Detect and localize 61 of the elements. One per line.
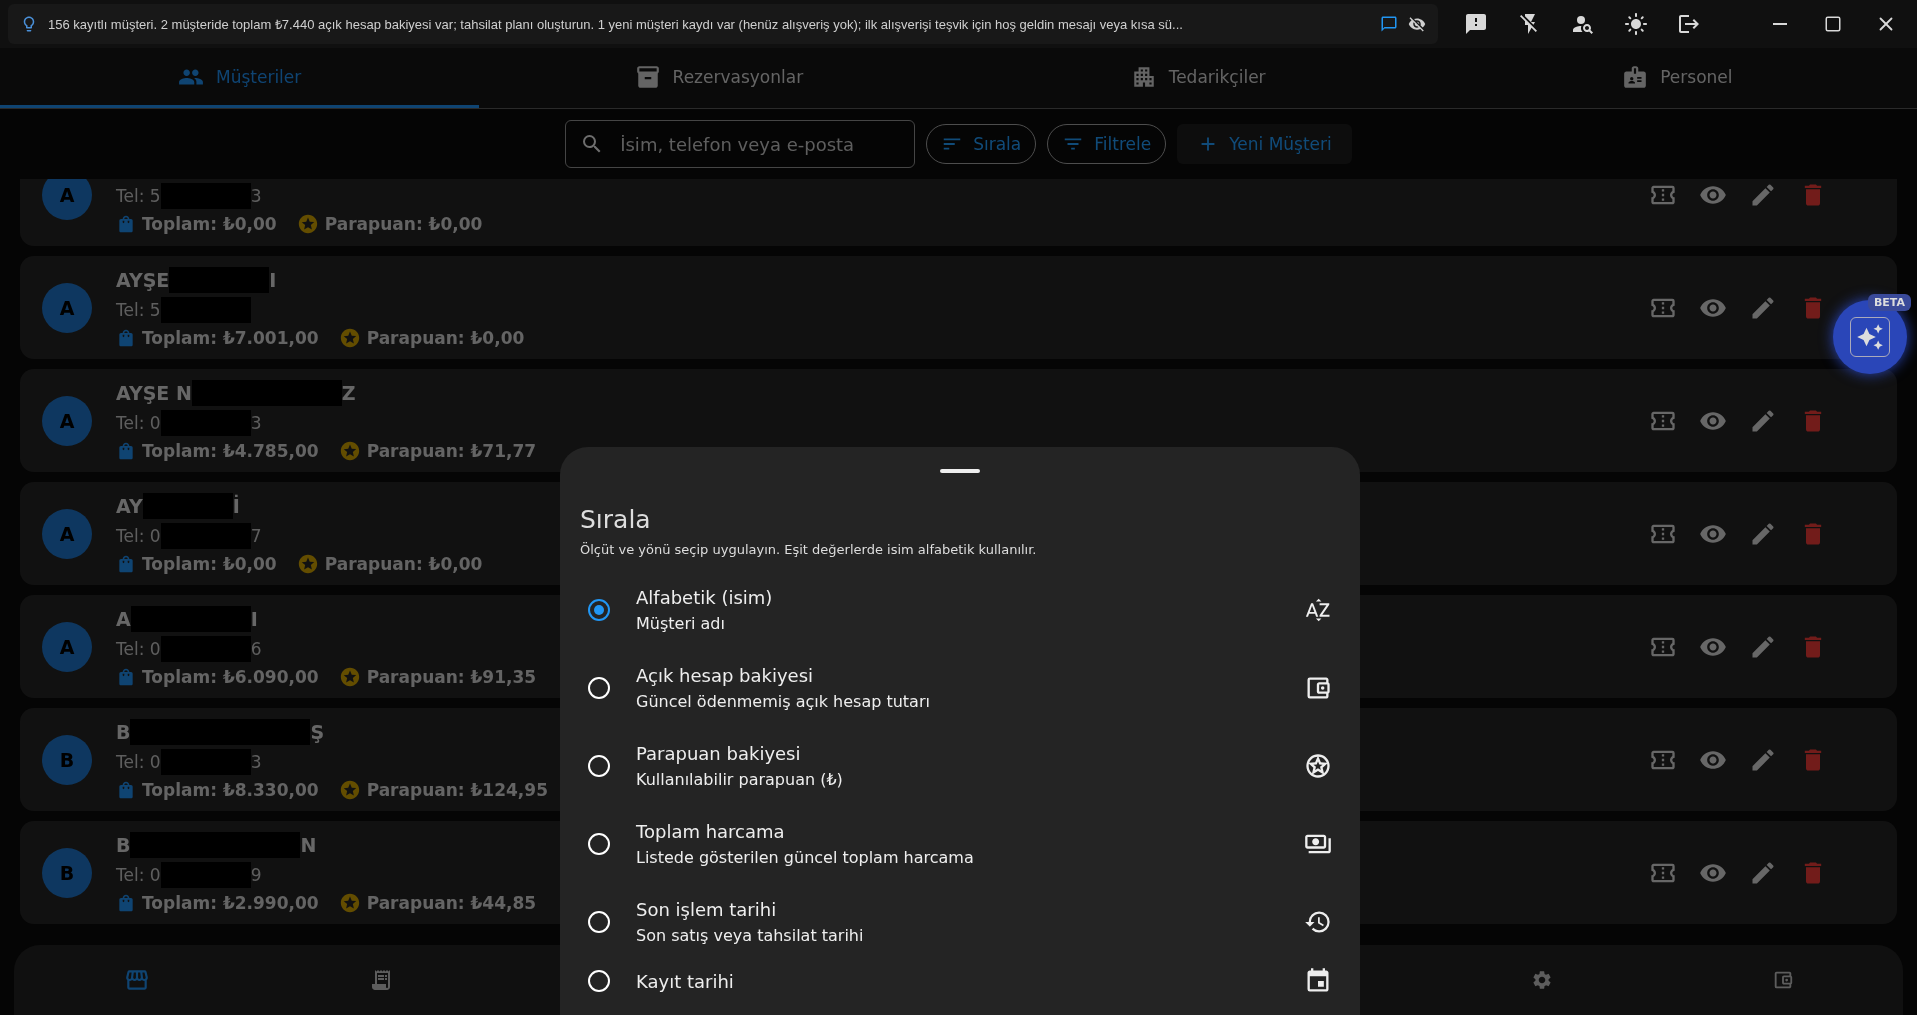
phone-text: 3 (250, 751, 262, 772)
phone-text: 3 (250, 185, 262, 206)
option-description: Son satış veya tahsilat tarihi (636, 926, 865, 945)
points-text: Parapuan: ₺0,00 (366, 327, 525, 348)
total-text: Toplam: ₺6.090,00 (142, 666, 319, 687)
customer-name: Z (341, 381, 356, 404)
option-description: Listede gösterilen güncel toplam harcama (636, 848, 975, 867)
total-text: Toplam: ₺0,00 (142, 553, 277, 574)
phone-text: Tel: 0 (116, 864, 161, 885)
option-description: Kullanılabilir parapuan (₺) (636, 770, 844, 789)
hint-text: 156 kayıtlı müşteri. 2 müşteride toplam ₺7.440 açık hesap bakiyesi var; tahsilat planı oluşturun. 1 yeni müşteri kaydı var (henüz alışveriş yok); ilk alışverişi teşvik için hoş geldin mesajı veya kısa sü... (48, 16, 1184, 33)
sheet-subtitle: Ölçüt ve yönü seçip uygulayın. Eşit değerlerde isim alfabetik kullanılır. (580, 542, 1038, 557)
sheet-title: Sırala (580, 505, 652, 534)
customer-name: A (116, 607, 131, 630)
phone-text: Tel: 5 (116, 185, 161, 206)
customer-name: I (269, 268, 277, 291)
points-text: Parapuan: ₺124,95 (366, 779, 548, 800)
total-text: Toplam: ₺4.785,00 (142, 440, 319, 461)
points-text: Parapuan: ₺91,35 (366, 666, 537, 687)
points-text: Parapuan: ₺0,00 (324, 213, 483, 234)
option-label: Son işlem tarihi (636, 899, 778, 920)
customer-name: I (250, 607, 258, 630)
phone-text: 6 (250, 638, 262, 659)
option-label: Açık hesap bakiyesi (636, 665, 815, 686)
avatar: A (42, 508, 92, 559)
option-label: Kayıt tarihi (636, 970, 735, 992)
total-text: Toplam: ₺0,00 (142, 213, 277, 234)
customer-name: AY (116, 494, 143, 517)
phone-text: Tel: 0 (116, 525, 161, 546)
customer-name: N (300, 833, 317, 856)
phone-text: Tel: 0 (116, 751, 161, 772)
customer-name: AYŞE N (116, 381, 192, 404)
avatar: B (42, 847, 92, 898)
option-label: Parapuan bakiyesi (636, 743, 802, 764)
phone-text: 3 (250, 412, 262, 433)
points-text: Parapuan: ₺0,00 (324, 553, 483, 574)
total-text: Toplam: ₺7.001,00 (142, 327, 319, 348)
phone-text: Tel: 5 (116, 299, 161, 320)
customer-name: Ş (310, 720, 325, 743)
avatar: A (42, 621, 92, 672)
option-description: Müşteri adı (636, 614, 726, 633)
phone-text: Tel: 0 (116, 412, 161, 433)
total-text: Toplam: ₺2.990,00 (142, 892, 319, 913)
points-text: Parapuan: ₺71,77 (366, 440, 537, 461)
phone-text: 9 (250, 864, 262, 885)
customer-name: İ (232, 494, 240, 517)
option-label: Alfabetik (isim) (636, 587, 774, 608)
total-text: Toplam: ₺8.330,00 (142, 779, 319, 800)
phone-text: 7 (250, 525, 262, 546)
customer-name: B (116, 720, 131, 743)
customer-name: AYŞE (116, 268, 170, 291)
points-text: Parapuan: ₺44,85 (366, 892, 537, 913)
avatar: B (42, 734, 92, 785)
avatar: A (42, 179, 92, 220)
option-label: Toplam harcama (636, 821, 786, 842)
beta-badge: BETA (1867, 294, 1911, 311)
option-description: Güncel ödenmemiş açık hesap tutarı (636, 692, 931, 711)
avatar: A (42, 395, 92, 446)
phone-text: Tel: 0 (116, 638, 161, 659)
customer-name: B (116, 833, 131, 856)
avatar: A (42, 282, 92, 333)
